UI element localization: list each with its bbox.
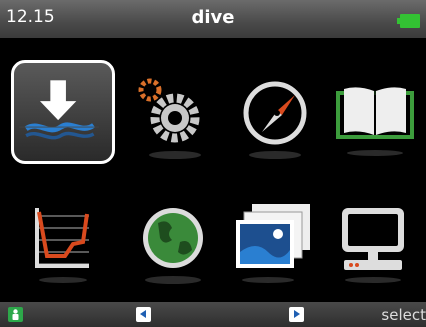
pc-connect-icon [342, 208, 404, 283]
user-button[interactable] [8, 307, 23, 322]
page-title: dive [191, 7, 235, 28]
settings-icon [138, 78, 201, 159]
menu-tile-dive[interactable] [11, 60, 115, 164]
menu-tile-profile-graph[interactable] [27, 198, 117, 288]
menu-tile-logbook[interactable] [330, 73, 420, 163]
dive-icon [19, 80, 99, 140]
battery-icon [397, 14, 420, 28]
app-menu-grid [0, 38, 426, 302]
menu-tile-globe[interactable] [128, 198, 218, 288]
menu-tile-pc-connect[interactable] [330, 198, 420, 288]
menu-tile-compass[interactable] [230, 73, 320, 163]
compass-icon [243, 81, 307, 159]
softkey-bar: select [0, 302, 426, 327]
menu-tile-settings[interactable] [128, 73, 218, 163]
menu-tile-pictures[interactable] [230, 198, 320, 288]
next-button[interactable] [289, 307, 304, 322]
previous-button[interactable] [136, 307, 151, 322]
select-softkey-label[interactable]: select [381, 306, 426, 324]
logbook-icon [336, 87, 414, 156]
profile-graph-icon [35, 208, 89, 283]
globe-icon [143, 208, 203, 284]
status-bar: 12.15 dive [0, 0, 426, 38]
pictures-icon [236, 204, 310, 283]
person-icon [12, 309, 19, 320]
